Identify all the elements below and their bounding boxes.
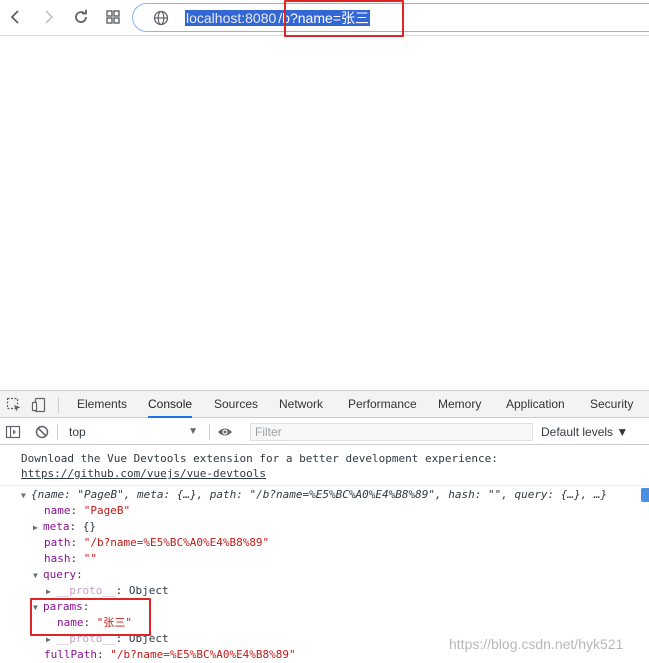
forward-arrow-icon: [45, 10, 54, 24]
apps-grid-icon: [106, 10, 120, 24]
default-levels-dropdown[interactable]: Default levels ▼: [541, 423, 628, 441]
prop-path: path: "/b?name=%E5%BC%A0%E4%B8%89": [44, 536, 270, 549]
caret-down-icon: ▼: [188, 426, 198, 437]
tab-security[interactable]: Security: [590, 391, 633, 418]
prop-value: "/b?name=%E5%BC%A0%E4%B8%89": [110, 648, 296, 661]
tab-performance[interactable]: Performance: [348, 391, 417, 418]
browser-toolbar: localhost:8080/b?name=张三: [0, 0, 649, 37]
tab-network[interactable]: Network: [279, 391, 323, 418]
filter-input[interactable]: Filter: [250, 423, 533, 441]
vue-devtools-link-text: https://github.com/vuejs/vue-devtools: [21, 467, 267, 480]
prop-query[interactable]: ▼ query:: [33, 567, 83, 583]
eye-icon[interactable]: [217, 424, 233, 440]
tab-sources[interactable]: Sources: [214, 391, 258, 418]
sidebar-toggle-icon[interactable]: [5, 424, 21, 440]
prop-meta[interactable]: ▶ meta: {}: [33, 519, 96, 535]
prop-value: {}: [82, 520, 96, 533]
route-object-summary[interactable]: ▼ {name: "PageB", meta: {…}, path: "/b?na…: [21, 487, 607, 503]
url-host: localhost:8080: [185, 10, 278, 26]
tab-application[interactable]: Application: [506, 391, 565, 418]
device-toolbar-icon[interactable]: [31, 397, 47, 413]
tab-console[interactable]: Console: [148, 391, 193, 418]
console-toolbar: top ▼ Filter Default levels ▼: [0, 419, 649, 445]
inspect-element-icon[interactable]: [6, 397, 22, 413]
prop-name: name: "PageB": [44, 504, 131, 517]
prop-value: Object: [128, 584, 169, 597]
vue-devtools-message: Download the Vue Devtools extension for …: [21, 452, 498, 465]
expand-triangle-icon: ▼: [21, 491, 26, 500]
url-highlight-box: [284, 0, 404, 37]
clear-console-icon[interactable]: [34, 424, 50, 440]
globe-icon: [153, 10, 169, 26]
tab-memory[interactable]: Memory: [438, 391, 481, 418]
prop-fullpath: fullPath: "/b?name=%E5%BC%A0%E4%B8%89": [44, 648, 296, 661]
prop-key: fullPath: [44, 648, 97, 661]
params-highlight-box: [30, 598, 151, 636]
toolbar-separator: [209, 424, 210, 440]
message-divider: [0, 485, 649, 486]
prop-key: hash: [44, 552, 71, 565]
expand-triangle-icon: ▼: [33, 571, 38, 580]
reload-icon: [75, 9, 87, 23]
route-summary-text: {name: "PageB", meta: {…}, path: "/b?nam…: [31, 488, 608, 501]
prop-key: meta: [43, 520, 70, 533]
prop-key: name: [44, 504, 71, 517]
context-select[interactable]: top ▼: [63, 423, 202, 441]
prop-key: query: [43, 568, 77, 581]
vue-devtools-link[interactable]: https://github.com/vuejs/vue-devtools: [21, 466, 266, 482]
prop-value: "PageB": [83, 504, 131, 517]
devtools-tab-strip: Elements Console Sources Network Perform…: [0, 390, 649, 418]
back-arrow-icon: [10, 10, 19, 24]
watermark: https://blog.csdn.net/hyk521: [449, 636, 624, 652]
forward-button[interactable]: [37, 6, 59, 28]
reload-button[interactable]: [70, 6, 92, 28]
expand-triangle-icon: ▶: [33, 523, 38, 532]
object-info-badge: [641, 488, 649, 502]
toolbar-separator: [57, 424, 58, 440]
prop-value: "/b?name=%E5%BC%A0%E4%B8%89": [83, 536, 270, 549]
context-value: top: [69, 425, 86, 439]
tab-elements[interactable]: Elements: [77, 391, 127, 418]
prop-value: "": [83, 552, 97, 565]
prop-query-proto[interactable]: ▶ __proto__: Object: [46, 583, 169, 599]
prop-key: path: [44, 536, 71, 549]
prop-key: __proto__: [56, 584, 116, 597]
apps-button[interactable]: [102, 6, 124, 28]
back-button[interactable]: [5, 6, 27, 28]
prop-hash: hash: "": [44, 552, 97, 565]
tab-separator: [58, 397, 59, 413]
